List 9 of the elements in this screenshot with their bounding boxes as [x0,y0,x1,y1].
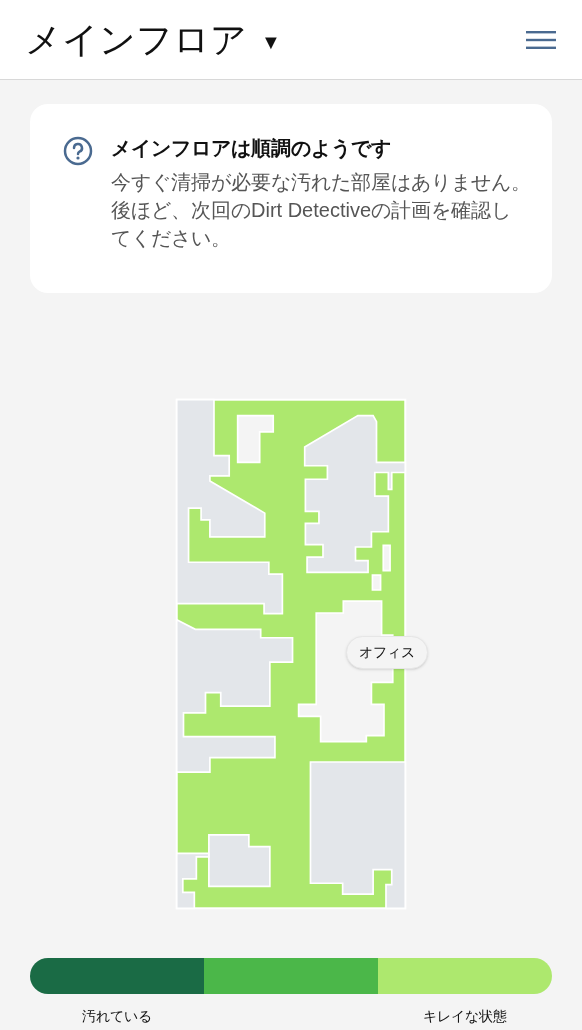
legend-label: キレイな状態 [422,1007,508,1026]
menu-icon[interactable] [526,30,556,49]
legend-label: 汚れている [81,1007,153,1026]
dropdown-caret[interactable]: ▼ [261,26,281,57]
room-label[interactable]: オフィス [346,636,428,669]
help-icon [63,136,93,166]
notice-title: メインフロアは順調のようです [111,136,392,161]
floor-title[interactable]: メインフロア [25,12,247,67]
notice-body: 今すぐ清掃が必要な汚れた部屋はありません。後ほど、次回のDirt Detectiveの計画を確認してください。 [111,170,531,251]
